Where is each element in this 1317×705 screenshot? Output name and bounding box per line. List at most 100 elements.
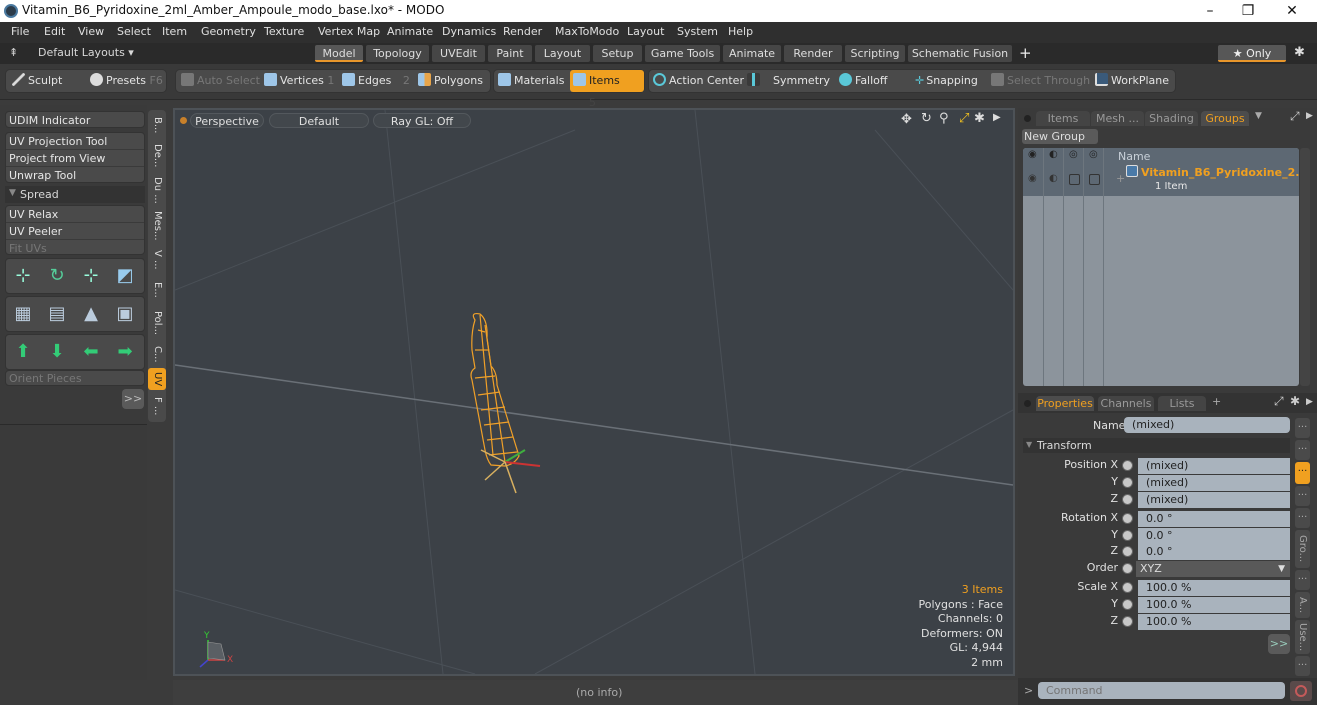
snapping-button[interactable]: ✛ Snapping xyxy=(915,70,978,92)
menu-help[interactable]: Help xyxy=(728,25,753,38)
raygl-dropdown[interactable]: Ray GL: Off xyxy=(373,113,471,128)
vtab-f[interactable]: F ... xyxy=(148,392,166,420)
tab-schematic-fusion[interactable]: Schematic Fusion xyxy=(908,45,1012,62)
layout-arrow-icon[interactable]: ⇞ xyxy=(9,46,18,59)
uv-trapezoid-icon[interactable]: ▲ xyxy=(76,300,106,328)
side-tab-active[interactable]: ... xyxy=(1295,462,1310,484)
menu-dynamics[interactable]: Dynamics xyxy=(442,25,496,38)
order-anim-dot[interactable] xyxy=(1122,563,1133,574)
expand-properties-icon[interactable]: ⤢ xyxy=(1274,394,1284,409)
scale-y-field[interactable]: 100.0 % xyxy=(1138,597,1290,613)
select-checkbox[interactable] xyxy=(1089,174,1100,185)
properties-gear-icon[interactable]: ✱ xyxy=(1290,394,1300,408)
tab-topology[interactable]: Topology xyxy=(366,45,429,62)
items-button[interactable]: Items 5 xyxy=(570,70,644,109)
side-tab-groups[interactable]: Gro... xyxy=(1295,530,1310,568)
expand-panel-icon[interactable]: ⤢ xyxy=(1290,109,1300,124)
action-center-button[interactable]: Action Center xyxy=(653,70,744,92)
fit-uvs-button[interactable]: Fit UVs xyxy=(9,242,47,255)
vtab-c[interactable]: C... xyxy=(148,342,166,366)
rotation-y-anim-dot[interactable] xyxy=(1122,530,1133,541)
vtab-du[interactable]: Du ... xyxy=(148,174,166,206)
tab-game-tools[interactable]: Game Tools xyxy=(645,45,720,62)
tab-properties[interactable]: Properties xyxy=(1036,396,1094,411)
more-tools-button[interactable]: >> xyxy=(122,389,144,409)
side-tab-a[interactable]: A... xyxy=(1295,592,1310,618)
expand-arrow-icon[interactable]: ▶ xyxy=(993,112,1001,123)
side-tab-1[interactable]: ... xyxy=(1295,418,1310,438)
tabs-dropdown-icon[interactable]: ▼ xyxy=(1255,111,1262,121)
uv-fit-icon[interactable]: ▣ xyxy=(110,300,140,328)
add-tab-button[interactable]: + xyxy=(1212,395,1221,408)
position-x-field[interactable]: (mixed) xyxy=(1138,458,1290,474)
unwrap-tool-button[interactable]: Unwrap Tool xyxy=(9,169,76,182)
properties-options-dot[interactable] xyxy=(1024,400,1031,407)
position-y-field[interactable]: (mixed) xyxy=(1138,475,1290,491)
menu-texture[interactable]: Texture xyxy=(264,25,304,38)
maximize-viewport-icon[interactable]: ⤢ xyxy=(959,111,969,126)
group-name[interactable]: Vitamin_B6_Pyridoxine_2... xyxy=(1141,166,1308,179)
tab-groups[interactable]: Groups xyxy=(1201,111,1249,126)
select-through-button[interactable]: Select Through xyxy=(991,70,1090,92)
spread-section-header[interactable]: ▼ Spread xyxy=(5,186,145,203)
scale-x-field[interactable]: 100.0 % xyxy=(1138,580,1290,596)
panel-options-dot[interactable] xyxy=(1024,115,1031,122)
rotation-y-field[interactable]: 0.0 ° xyxy=(1138,528,1290,544)
rotate-icon[interactable]: ↻ xyxy=(921,111,932,126)
viewport-options-dot[interactable] xyxy=(180,117,187,124)
item-pivot-gizmo[interactable] xyxy=(480,449,541,494)
perspective-dropdown[interactable]: Perspective xyxy=(190,113,264,128)
tab-mesh[interactable]: Mesh ... xyxy=(1091,111,1144,126)
new-group-button[interactable]: New Group xyxy=(1022,129,1098,144)
3d-viewport[interactable]: Y X Perspective Default Ray GL: Off ✥ ↻ … xyxy=(173,108,1015,676)
close-button[interactable]: ✕ xyxy=(1269,0,1315,22)
sculpt-button[interactable]: Sculpt xyxy=(12,70,62,92)
zoom-icon[interactable]: ⚲ xyxy=(939,111,949,126)
vtab-mes[interactable]: Mes... xyxy=(148,208,166,244)
uv-projection-tool-button[interactable]: UV Projection Tool xyxy=(9,135,107,148)
tab-render[interactable]: Render xyxy=(784,45,842,62)
vtab-pol[interactable]: Pol... xyxy=(148,306,166,340)
gear-icon[interactable]: ✱ xyxy=(1294,45,1305,60)
viewport-gear-icon[interactable]: ✱ xyxy=(974,111,985,126)
menu-layout[interactable]: Layout xyxy=(627,25,664,38)
add-tab-button[interactable]: + xyxy=(1019,44,1032,62)
maximize-button[interactable]: ❐ xyxy=(1225,0,1271,22)
record-macro-button[interactable] xyxy=(1290,681,1312,701)
scale-x-anim-dot[interactable] xyxy=(1122,582,1133,593)
atlas-projection-icon[interactable]: ◩ xyxy=(110,262,140,290)
position-z-anim-dot[interactable] xyxy=(1122,494,1133,505)
align-down-icon[interactable]: ⬇ xyxy=(42,338,72,366)
scale-y-anim-dot[interactable] xyxy=(1122,599,1133,610)
name-field[interactable]: (mixed) xyxy=(1124,417,1290,433)
tab-scripting[interactable]: Scripting xyxy=(845,45,905,62)
falloff-button[interactable]: Falloff xyxy=(839,70,887,92)
vtab-b[interactable]: B... xyxy=(148,112,166,138)
scale-z-anim-dot[interactable] xyxy=(1122,616,1133,627)
properties-arrow-icon[interactable]: ▶ xyxy=(1306,397,1313,407)
rotation-z-anim-dot[interactable] xyxy=(1122,546,1133,557)
tab-model[interactable]: Model xyxy=(315,45,363,62)
menu-maxtomodo[interactable]: MaxToModo xyxy=(555,25,619,38)
lock-checkbox[interactable] xyxy=(1069,174,1080,185)
tab-lists[interactable]: Lists xyxy=(1158,396,1206,411)
menu-vertex-map[interactable]: Vertex Map xyxy=(318,25,380,38)
side-tab-4[interactable]: ... xyxy=(1295,486,1310,506)
panel-arrow-icon[interactable]: ▶ xyxy=(1306,111,1313,121)
expand-group-icon[interactable]: + xyxy=(1116,172,1125,185)
uv-wrap-icon[interactable]: ▦ xyxy=(8,300,38,328)
render-col-icon[interactable]: ◐ xyxy=(1049,149,1058,160)
planar-projection-icon[interactable]: ⊹ xyxy=(8,262,38,290)
menu-edit[interactable]: Edit xyxy=(44,25,65,38)
rotation-x-field[interactable]: 0.0 ° xyxy=(1138,511,1290,527)
vtab-v[interactable]: V ... xyxy=(148,246,166,274)
tab-setup[interactable]: Setup xyxy=(593,45,642,62)
uv-grid-icon[interactable]: ▤ xyxy=(42,300,72,328)
group-row[interactable]: ◉ ◐ + Vitamin_B6_Pyridoxine_2... 1 Item xyxy=(1023,164,1308,196)
tab-animate[interactable]: Animate xyxy=(723,45,781,62)
rotation-z-field[interactable]: 0.0 ° xyxy=(1138,544,1290,560)
position-x-anim-dot[interactable] xyxy=(1122,460,1133,471)
align-right-icon[interactable]: ➡ xyxy=(110,338,140,366)
select-col-icon[interactable]: ◎ xyxy=(1089,149,1098,160)
groups-scrollbar[interactable] xyxy=(1300,148,1310,386)
